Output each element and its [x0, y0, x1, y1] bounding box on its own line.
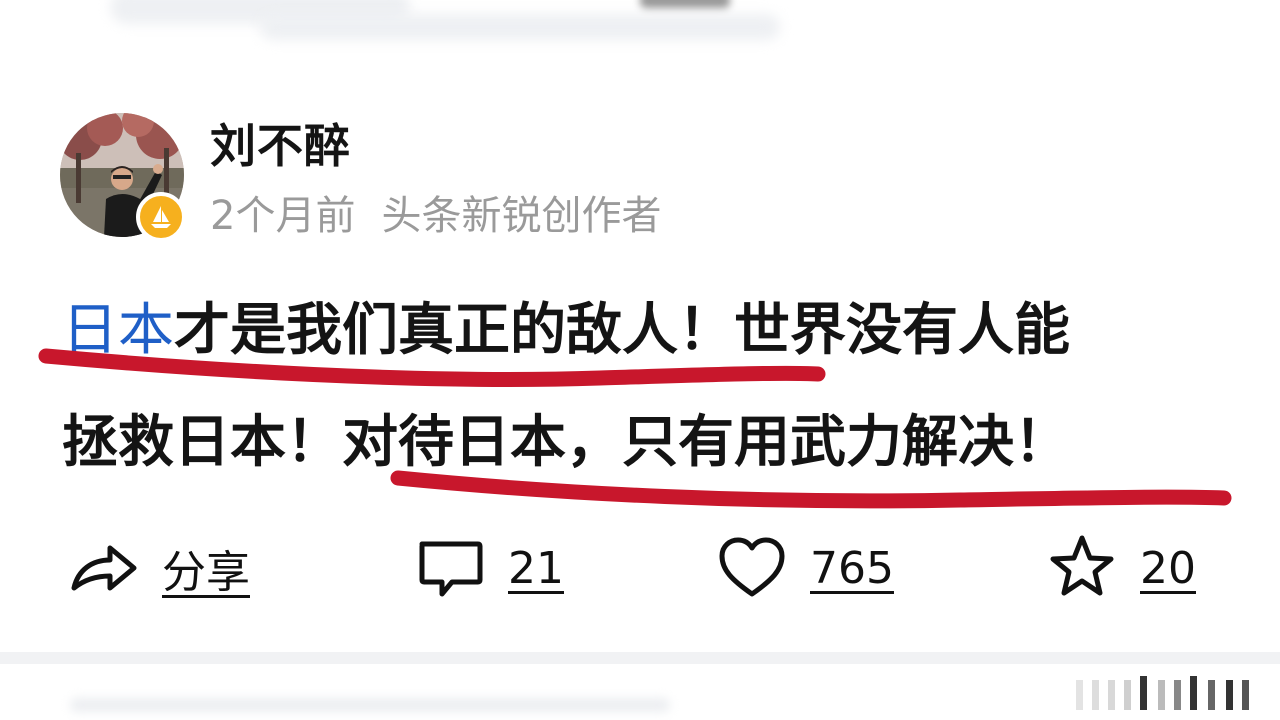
action-bar: 分享 21 765 20	[66, 528, 1216, 608]
favorite-count: 20	[1140, 542, 1196, 594]
author-title: 头条新锐创作者	[381, 193, 662, 239]
post-content: 日本才是我们真正的敌人！世界没有人能 拯救日本！对待日本，只有用武力解决！	[62, 298, 1242, 476]
sailboat-icon	[151, 206, 171, 228]
like-count: 765	[810, 542, 894, 594]
comment-count: 21	[508, 542, 564, 594]
like-button[interactable]: 765	[714, 528, 894, 608]
heart-icon	[714, 530, 790, 606]
share-button[interactable]: 分享	[66, 528, 250, 608]
star-icon	[1044, 530, 1120, 606]
share-icon	[66, 530, 142, 606]
topic-link[interactable]: 日本	[62, 298, 174, 363]
post-time: 2个月前	[210, 193, 356, 239]
watermark-bars-icon	[1076, 676, 1249, 710]
comment-button[interactable]: 21	[412, 528, 564, 608]
underline-2	[390, 470, 1232, 509]
post-card: 刘不醉 2个月前 头条新锐创作者 日本才是我们真正的敌人！世界没有人能 拯救日本！…	[0, 0, 1280, 720]
favorite-button[interactable]: 20	[1044, 528, 1196, 608]
post-line-2: 拯救日本！对待日本，只有用武力解决！	[62, 410, 1070, 475]
share-label: 分享	[162, 547, 250, 598]
author-name[interactable]: 刘不醉	[210, 117, 351, 175]
creator-badge	[136, 192, 186, 242]
post-meta: 2个月前 头条新锐创作者	[210, 190, 661, 242]
previous-content-blur	[0, 0, 1280, 60]
section-divider	[0, 652, 1280, 664]
post-line-1: 日本才是我们真正的敌人！世界没有人能	[62, 298, 1242, 364]
post-text-1: 才是我们真正的敌人！世界没有人能	[174, 298, 1070, 363]
comment-icon	[412, 530, 488, 606]
